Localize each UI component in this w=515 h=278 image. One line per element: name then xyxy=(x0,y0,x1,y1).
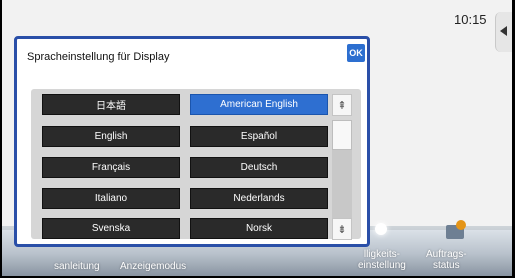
touch-panel-screen: 10:15 sanleitung Anzeigemodus lligkeits-… xyxy=(2,0,512,276)
bottom-item-manual[interactable]: sanleitung xyxy=(54,261,100,272)
status-badge xyxy=(456,220,466,230)
scroll-up-icon: ⇞ xyxy=(337,99,347,112)
bottom-item-brightness[interactable]: lligkeits- einstellung xyxy=(358,249,406,271)
scroll-up-button[interactable]: ⇞ xyxy=(332,94,352,116)
ok-button[interactable]: OK xyxy=(347,44,365,62)
language-option-italian[interactable]: Italiano xyxy=(42,188,180,209)
side-panel-toggle[interactable] xyxy=(495,12,512,52)
language-option-american-english[interactable]: American English xyxy=(190,94,328,115)
dialog-title: Spracheinstellung für Display xyxy=(27,51,170,63)
language-option-spanish[interactable]: Español xyxy=(190,126,328,147)
clock: 10:15 xyxy=(454,12,487,27)
bottom-item-display-mode[interactable]: Anzeigemodus xyxy=(120,261,186,272)
language-option-swedish[interactable]: Svenska xyxy=(42,218,180,239)
language-option-german[interactable]: Deutsch xyxy=(190,157,328,178)
scroll-down-icon: ⇟ xyxy=(337,223,347,236)
language-option-dutch[interactable]: Nederlands xyxy=(190,188,328,209)
scroll-thumb[interactable] xyxy=(332,120,352,150)
scroll-track[interactable] xyxy=(332,120,352,218)
bottom-item-job-status[interactable]: Auftrags- status xyxy=(426,249,467,271)
scrollbar: ⇞ ⇟ xyxy=(332,94,352,240)
chevron-left-icon xyxy=(500,26,507,36)
brightness-icon xyxy=(375,223,387,235)
language-option-japanese[interactable]: 日本語 xyxy=(42,94,180,115)
language-option-english[interactable]: English xyxy=(42,126,180,147)
scroll-down-button[interactable]: ⇟ xyxy=(332,218,352,240)
language-option-french[interactable]: Français xyxy=(42,157,180,178)
language-option-norwegian[interactable]: Norsk xyxy=(190,218,328,239)
